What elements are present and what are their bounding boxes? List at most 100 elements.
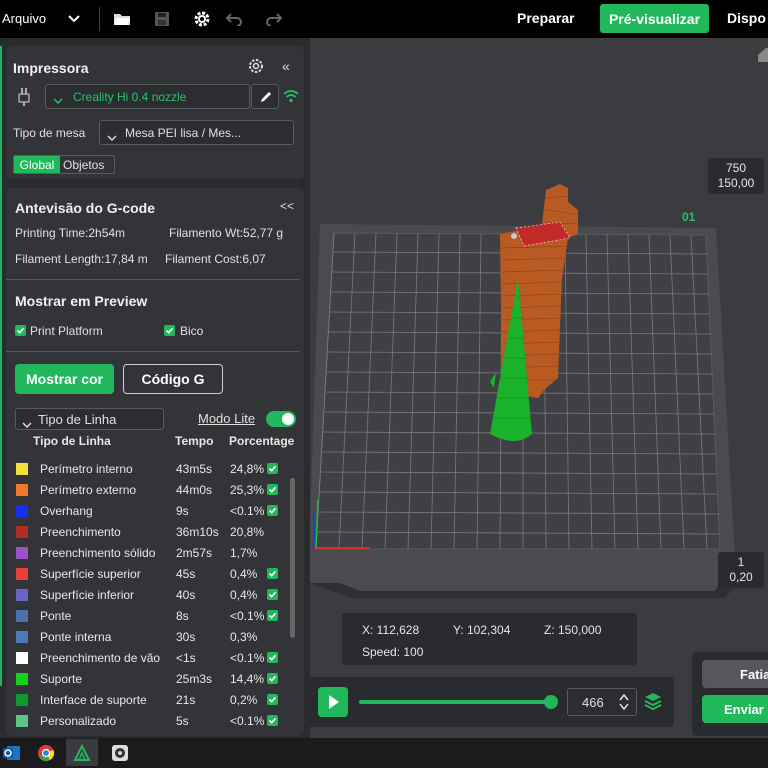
collapse-icon[interactable]: « (282, 58, 290, 74)
divider (6, 279, 300, 280)
printer-title: Impressora (13, 60, 89, 76)
visibility-checkbox[interactable] (267, 694, 278, 705)
chevron-down-icon[interactable] (63, 8, 85, 30)
legend-percent: 0,4% (230, 567, 258, 581)
legend-row: Interface de suporte 21s 0,2% (12, 689, 302, 710)
tab-device[interactable]: Dispo (727, 10, 766, 26)
pencil-icon (259, 90, 273, 109)
divider (6, 351, 300, 352)
legend-type-name: Preenchimento sólido (40, 546, 156, 560)
send-button[interactable]: Enviar i (702, 695, 768, 723)
bed-type-label: Tipo de mesa (13, 126, 86, 140)
legend-percent: <0.1% (230, 651, 265, 665)
visibility-checkbox[interactable] (267, 484, 278, 495)
legend-color-swatch (16, 505, 28, 517)
visibility-checkbox[interactable] (267, 568, 278, 579)
lite-mode-toggle[interactable] (266, 411, 296, 427)
legend-time: 40s (176, 588, 196, 602)
legend-row: Superfície superior 45s 0,4% (12, 563, 302, 584)
layer-top-readout: 750 150,00 (708, 158, 764, 194)
undo-icon[interactable] (223, 8, 245, 30)
bed-type-select[interactable]: Mesa PEI lisa / Mes... (99, 120, 294, 145)
spinner-arrows-icon[interactable] (619, 693, 629, 716)
printer-settings-gear-icon[interactable] (247, 57, 265, 80)
tab-prepare[interactable]: Preparar (517, 10, 575, 26)
tab-objects[interactable]: Objetos (63, 158, 104, 172)
move-value-spinner[interactable]: 466 (567, 688, 637, 716)
save-icon[interactable] (151, 8, 173, 30)
open-folder-icon[interactable] (111, 8, 133, 30)
legend-time: 9s (176, 504, 189, 518)
edit-printer-button[interactable] (251, 84, 279, 109)
outlook-icon[interactable] (0, 741, 24, 765)
bed-type-value: Mesa PEI lisa / Mes... (125, 126, 242, 140)
visibility-checkbox[interactable] (267, 463, 278, 474)
legend-type-name: Perímetro interno (40, 462, 133, 476)
move-value: 466 (582, 695, 604, 710)
filament-cost: Filament Cost:6,07 (165, 252, 266, 266)
show-preview-title: Mostrar em Preview (15, 293, 148, 309)
chevron-down-icon (107, 129, 117, 147)
gear-icon[interactable] (191, 8, 213, 30)
visibility-checkbox[interactable] (267, 505, 278, 516)
legend-row: Ponte 8s <0.1% (12, 605, 302, 626)
legend-percent: 14,4% (230, 672, 265, 686)
legend-percent: <0.1% (230, 714, 265, 728)
nozzle-checkbox[interactable] (164, 325, 175, 336)
legend-type-name: Suporte (40, 672, 83, 686)
visibility-checkbox[interactable] (267, 673, 278, 684)
file-menu[interactable]: Arquivo (2, 11, 46, 26)
gcode-button[interactable]: Código G (123, 364, 223, 394)
move-slider-track[interactable] (359, 695, 559, 709)
scope-tabs: Global Objetos (13, 155, 115, 174)
coord-y: Y: 102,304 (453, 623, 511, 637)
coord-x: X: 112,628 (362, 623, 420, 637)
legend-time: 44m0s (176, 483, 213, 497)
visibility-checkbox[interactable] (267, 652, 278, 663)
slicer-app-icon[interactable] (66, 739, 98, 766)
move-slider-fill (359, 700, 552, 704)
legend-percent: 25,3% (230, 483, 265, 497)
printer-select[interactable]: Creality Hi 0.4 nozzle (45, 84, 250, 109)
home-icon[interactable] (758, 48, 768, 62)
tab-preview[interactable]: Pré-visualizar (600, 4, 709, 33)
line-type-legend: Perímetro interno 43m5s 24,8% Perímetro ext… (12, 458, 308, 736)
chevron-down-icon (53, 92, 63, 110)
legend-time: 36m10s (176, 525, 219, 539)
legend-color-swatch (16, 568, 28, 580)
move-slider-handle[interactable] (544, 695, 559, 709)
visibility-checkbox[interactable] (267, 610, 278, 621)
redo-icon[interactable] (263, 8, 285, 30)
legend-row: Ponte interna 30s 0,3% (12, 626, 302, 647)
legend-time: 5s (176, 714, 189, 728)
view-type-select[interactable]: Tipo de Linha (15, 408, 164, 430)
printer-card: Impressora « Creality Hi 0.4 nozzle Tipo… (6, 46, 304, 179)
tab-global[interactable]: Global (14, 156, 60, 173)
app-icon[interactable] (108, 741, 132, 765)
legend-color-swatch (16, 589, 28, 601)
collapse-gcode-icon[interactable]: << (280, 199, 294, 213)
legend-row: Superfície inferior 40s 0,4% (12, 584, 302, 605)
legend-type-name: Superfície superior (40, 567, 141, 581)
legend-percent: 0,4% (230, 588, 258, 602)
legend-color-swatch (16, 610, 28, 622)
legend-time: 30s (176, 630, 196, 644)
play-button[interactable] (318, 687, 348, 717)
3d-viewport[interactable]: 01 750 150,00 1 0,20 X: 112,628 Y: 102,3… (306, 38, 768, 738)
chrome-icon[interactable] (34, 741, 58, 765)
visibility-checkbox[interactable] (267, 715, 278, 726)
legend-type-name: Interface de suporte (40, 693, 147, 707)
legend-type-name: Superfície inferior (40, 588, 135, 602)
coord-z: Z: 150,000 (544, 623, 602, 637)
wifi-icon[interactable] (283, 89, 299, 108)
layers-icon[interactable] (644, 692, 662, 715)
slice-button[interactable]: Fatia (702, 660, 768, 688)
legend-type-name: Preenchimento de vão (40, 651, 161, 665)
speed-value: Speed: 100 (362, 645, 424, 659)
visibility-checkbox[interactable] (267, 589, 278, 600)
legend-time: 8s (176, 609, 189, 623)
view-type-value: Tipo de Linha (38, 412, 117, 427)
printing-time: Printing Time:2h54m (15, 226, 126, 240)
show-color-button[interactable]: Mostrar cor (15, 364, 114, 394)
print-platform-checkbox[interactable] (15, 325, 26, 336)
